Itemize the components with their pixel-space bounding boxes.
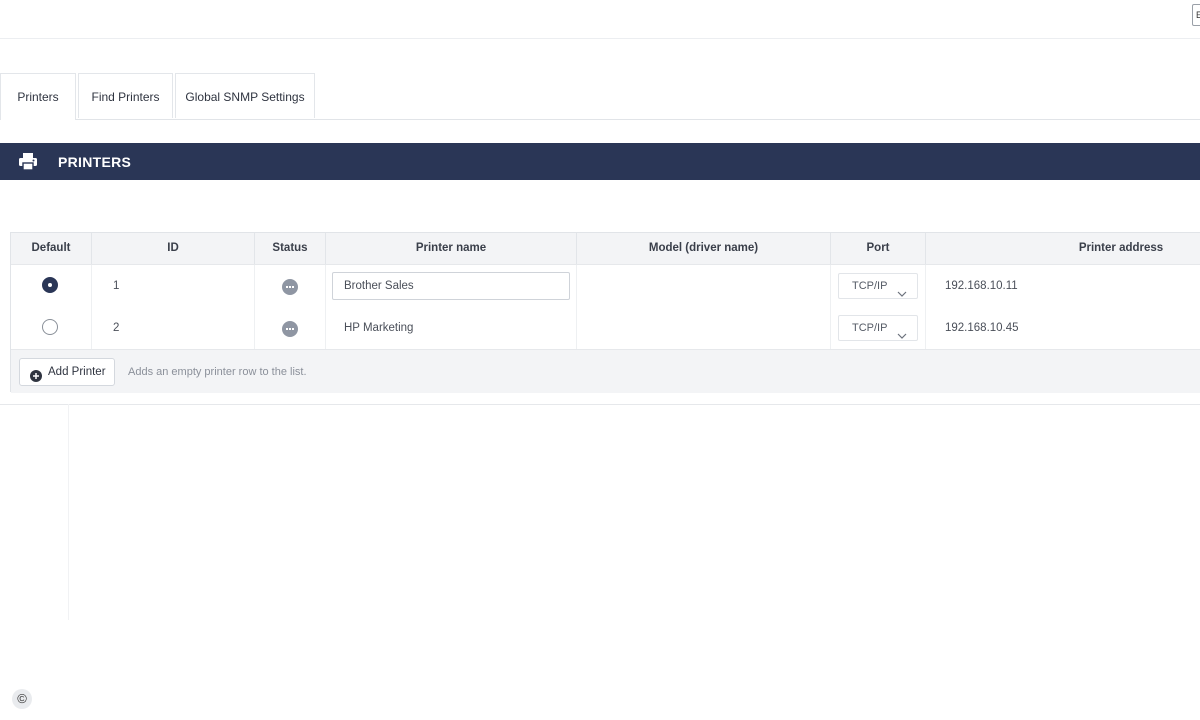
printer-name-cell	[326, 265, 577, 307]
table-row: 1 TCP/IP 192.168.10.11	[11, 265, 1200, 307]
corner-button[interactable]: E	[1192, 4, 1200, 26]
add-circle-icon	[30, 366, 42, 392]
address-cell: 192.168.10.45	[945, 322, 1019, 334]
id-cell: 2	[92, 307, 255, 349]
add-printer-hint: Adds an empty printer row to the list.	[128, 366, 307, 378]
port-cell: TCP/IP	[831, 307, 926, 349]
port-value: TCP/IP	[852, 322, 888, 334]
default-radio-2[interactable]	[42, 319, 58, 335]
col-printer-name: Printer name	[326, 233, 577, 264]
table-footer: Add Printer Adds an empty printer row to…	[11, 349, 1200, 393]
tab-global-snmp-settings[interactable]: Global SNMP Settings	[175, 73, 315, 118]
chevron-down-icon	[897, 324, 907, 348]
printers-panel: Default ID Status Printer name Model (dr…	[0, 232, 1200, 405]
tab-find-printers[interactable]: Find Printers	[78, 73, 173, 118]
col-model: Model (driver name)	[577, 233, 831, 264]
printer-name-cell[interactable]: HP Marketing	[326, 307, 577, 349]
table-header: Default ID Status Printer name Model (dr…	[11, 233, 1200, 265]
chevron-down-icon	[897, 282, 907, 306]
default-radio-1[interactable]	[42, 277, 58, 293]
col-port: Port	[831, 233, 926, 264]
add-printer-button[interactable]: Add Printer	[19, 358, 115, 386]
port-select[interactable]: TCP/IP	[838, 315, 918, 341]
printer-name-input[interactable]	[332, 272, 570, 300]
col-status: Status	[255, 233, 326, 264]
status-unknown-icon	[282, 279, 298, 295]
printer-icon	[19, 153, 37, 173]
top-bar: E	[0, 0, 1200, 39]
col-printer-address: Printer address	[1078, 242, 1164, 254]
col-default: Default	[11, 233, 92, 264]
default-cell	[11, 307, 92, 349]
table-row: 2 HP Marketing TCP/IP 192.168.10.45	[11, 307, 1200, 349]
model-cell	[577, 307, 831, 349]
copyright-icon: ©	[12, 689, 32, 709]
address-cell: 192.168.10.11	[945, 280, 1018, 292]
tab-printers[interactable]: Printers	[0, 73, 76, 120]
tab-bar: Printers Find Printers Global SNMP Setti…	[0, 73, 1200, 120]
printers-table: Default ID Status Printer name Model (dr…	[10, 232, 1200, 393]
port-cell: TCP/IP	[831, 265, 926, 307]
port-select[interactable]: TCP/IP	[838, 273, 918, 299]
default-cell	[11, 265, 92, 307]
section-title: PRINTERS	[58, 154, 132, 170]
divider	[68, 404, 69, 620]
printer-name-text[interactable]: HP Marketing	[344, 307, 413, 349]
add-printer-label: Add Printer	[48, 366, 106, 378]
status-cell	[255, 307, 326, 349]
id-cell: 1	[92, 265, 255, 307]
model-cell	[577, 265, 831, 307]
status-cell	[255, 265, 326, 307]
col-id: ID	[92, 233, 255, 264]
printers-section-header: PRINTERS	[0, 143, 1200, 180]
port-value: TCP/IP	[852, 280, 888, 292]
status-unknown-icon	[282, 321, 298, 337]
